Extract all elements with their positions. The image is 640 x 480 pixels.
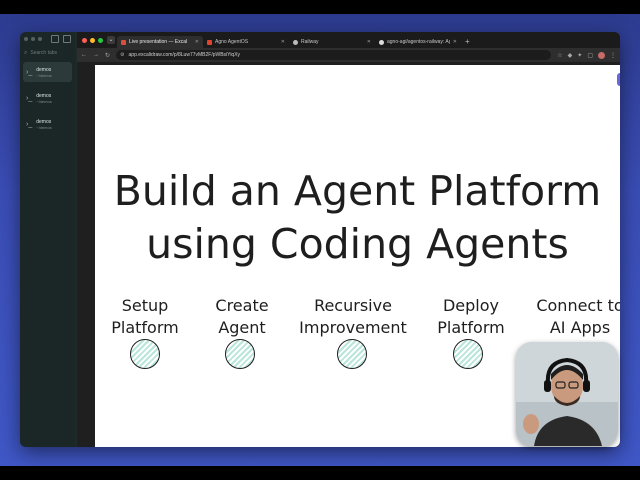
close-window-icon[interactable] <box>82 38 87 43</box>
tab-sidebar: ⌕ Search tabs ›_ demos ~/demos ›_ demos … <box>20 32 75 447</box>
title-line-2: using Coding Agents <box>146 220 569 268</box>
close-icon[interactable]: ✕ <box>195 39 199 45</box>
tab-label: Agno AgentOS <box>215 39 249 45</box>
tab-agno-agentos[interactable]: Agno AgentOS ✕ <box>203 36 289 48</box>
step-recursive-improvement-label: Recursive Improvement <box>299 296 407 337</box>
sidebar-header <box>20 32 75 46</box>
sidebar-item-path: ~/demos <box>36 98 52 104</box>
search-icon: ⌕ <box>24 49 28 56</box>
site-info-icon[interactable]: ⚙ <box>120 52 124 58</box>
extension-icon[interactable]: ◆ <box>568 52 573 59</box>
bookmark-star-icon[interactable]: ☆ <box>557 52 562 59</box>
maximize-window-icon[interactable] <box>98 38 103 43</box>
terminal-icon: ›_ <box>26 120 33 128</box>
tab-live-presentation[interactable]: Live presentation — Excal ✕ <box>117 36 203 48</box>
step-connect-ai-apps-label: Connect to AI Apps <box>536 296 620 337</box>
sidebar-toggle-icon[interactable] <box>51 35 59 43</box>
back-icon[interactable]: ← <box>81 52 87 58</box>
url-text: app.excalidraw.com/p/8Luw77vMB2F/pWBsiYi… <box>128 52 241 58</box>
sidebar-item-demos[interactable]: ›_ demos ~/demos <box>23 88 72 108</box>
railway-favicon-icon <box>293 39 298 45</box>
sidebar-item-demos[interactable]: ›_ demos ~/demos <box>23 114 72 134</box>
github-favicon-icon <box>379 39 384 45</box>
profile-avatar[interactable] <box>598 51 605 59</box>
sidebar-panel-icon[interactable]: ▢ <box>587 52 593 59</box>
tab-label: agno-agi/agentos-railway: Ag <box>387 39 450 45</box>
letterbox-bottom <box>0 466 640 480</box>
agno-favicon-icon <box>207 39 212 45</box>
step-deploy-platform-label: Deploy Platform <box>437 296 505 337</box>
step-setup-circle <box>130 339 160 369</box>
toolbar: ← → ↻ ⚙ app.excalidraw.com/p/8Luw77vMB2F… <box>77 48 620 62</box>
window-dot[interactable] <box>38 37 42 41</box>
tab-search-icon[interactable]: ⌄ <box>107 36 115 44</box>
window-dot[interactable] <box>31 37 35 41</box>
tab-railway[interactable]: Railway ✕ <box>289 36 375 48</box>
step-deploy-circle <box>453 339 483 369</box>
library-button[interactable]: ▤ <box>617 73 620 86</box>
menu-kebab-icon[interactable]: ⋮ <box>610 52 616 59</box>
close-icon[interactable]: ✕ <box>453 39 457 45</box>
new-window-icon[interactable] <box>63 35 71 43</box>
reload-icon[interactable]: ↻ <box>105 52 110 59</box>
slide-title: Build an Agent Platform using Coding Age… <box>95 165 620 271</box>
toolbar-actions: ☆ ◆ ✦ ▢ ⋮ <box>557 51 616 59</box>
traffic-lights <box>77 38 107 48</box>
step-setup-platform-label: Setup Platform <box>111 296 179 337</box>
terminal-icon: ›_ <box>26 94 33 102</box>
step-create-agent-label: Create Agent <box>215 296 269 337</box>
tab-bar: ⌄ Live presentation — Excal ✕ Agno Agent… <box>77 32 620 48</box>
step-recursive-circle <box>337 339 367 369</box>
tab-label: Live presentation — Excal <box>129 39 188 45</box>
title-line-1: Build an Agent Platform <box>113 167 602 215</box>
tab-github-repo[interactable]: agno-agi/agentos-railway: Ag ✕ <box>375 36 461 48</box>
terminal-icon: ›_ <box>26 68 33 76</box>
minimize-window-icon[interactable] <box>90 38 95 43</box>
new-tab-icon[interactable]: + <box>465 37 470 46</box>
tab-label: Railway <box>301 39 319 45</box>
address-bar[interactable]: ⚙ app.excalidraw.com/p/8Luw77vMB2F/pWBsi… <box>116 50 552 60</box>
extensions-puzzle-icon[interactable]: ✦ <box>577 52 582 59</box>
search-placeholder: Search tabs <box>30 50 58 56</box>
close-icon[interactable]: ✕ <box>281 39 285 45</box>
search-tabs-input[interactable]: ⌕ Search tabs <box>24 48 71 58</box>
window-dot[interactable] <box>24 37 28 41</box>
close-icon[interactable]: ✕ <box>367 39 371 45</box>
webcam-overlay <box>516 342 618 446</box>
sidebar-item-demos[interactable]: ›_ demos ~/demos <box>23 62 72 82</box>
letterbox-top <box>0 0 640 14</box>
presenter-video <box>516 342 618 446</box>
excalidraw-favicon-icon <box>121 39 126 45</box>
forward-icon[interactable]: → <box>93 52 99 58</box>
sidebar-item-path: ~/demos <box>36 124 52 130</box>
step-create-circle <box>225 339 255 369</box>
sidebar-item-path: ~/demos <box>36 72 52 78</box>
